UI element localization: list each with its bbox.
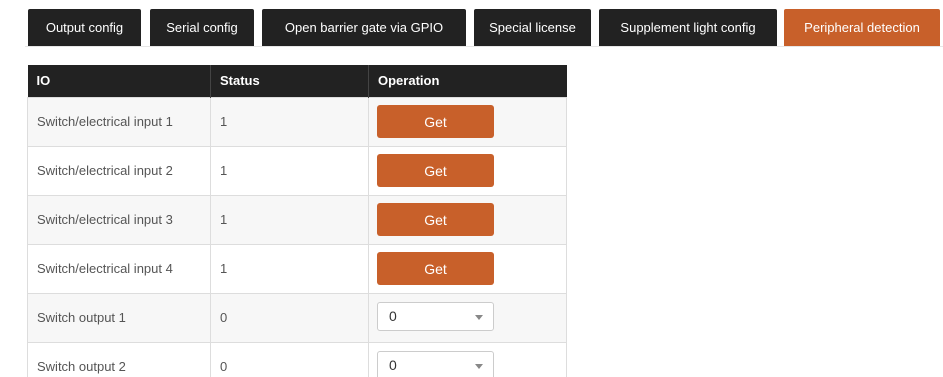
io-cell: Switch/electrical input 4 — [27, 243, 211, 294]
operation-cell: Get — [368, 145, 567, 196]
get-button[interactable]: Get — [377, 154, 494, 187]
tab-output-config[interactable]: Output config — [28, 9, 141, 46]
io-cell: Switch/electrical input 2 — [27, 145, 211, 196]
select-value: 0 — [389, 356, 397, 373]
status-cell: 0 — [210, 292, 369, 343]
status-cell: 1 — [210, 96, 369, 147]
tab-open-barrier-gate-via-gpio[interactable]: Open barrier gate via GPIO — [262, 9, 466, 46]
operation-cell: 0 — [368, 341, 567, 377]
table-row: Switch output 1 0 0 — [27, 292, 567, 343]
io-cell: Switch output 2 — [27, 341, 211, 377]
table-header-row: IO Status Operation — [27, 65, 567, 97]
chevron-down-icon — [475, 363, 483, 369]
tab-bar: Output config Serial config Open barrier… — [0, 0, 943, 48]
tab-serial-config[interactable]: Serial config — [150, 9, 254, 46]
io-table: IO Status Operation Switch/electrical in… — [27, 65, 567, 377]
column-header-status: Status — [210, 65, 369, 97]
column-header-operation: Operation — [368, 65, 567, 97]
tab-supplement-light-config[interactable]: Supplement light config — [599, 9, 777, 46]
switch-output-select[interactable]: 0 — [377, 301, 494, 331]
get-button[interactable]: Get — [377, 105, 494, 138]
operation-cell: Get — [368, 243, 567, 294]
switch-output-select[interactable]: 0 — [377, 350, 494, 377]
table-row: Switch output 2 0 0 — [27, 341, 567, 377]
table-row: Switch/electrical input 4 1 Get — [27, 243, 567, 294]
status-cell: 1 — [210, 194, 369, 245]
operation-cell: 0 — [368, 292, 567, 343]
table-row: Switch/electrical input 2 1 Get — [27, 145, 567, 196]
table-row: Switch/electrical input 1 1 Get — [27, 96, 567, 147]
io-cell: Switch/electrical input 1 — [27, 96, 211, 147]
select-value: 0 — [389, 307, 397, 324]
io-cell: Switch/electrical input 3 — [27, 194, 211, 245]
operation-cell: Get — [368, 96, 567, 147]
get-button[interactable]: Get — [377, 203, 494, 236]
status-cell: 1 — [210, 145, 369, 196]
get-button[interactable]: Get — [377, 252, 494, 285]
column-header-io: IO — [27, 65, 211, 97]
chevron-down-icon — [475, 314, 483, 320]
tab-special-license[interactable]: Special license — [474, 9, 591, 46]
peripheral-detection-page: Output config Serial config Open barrier… — [0, 0, 943, 377]
tab-bar-baseline — [25, 46, 943, 47]
table-row: Switch/electrical input 3 1 Get — [27, 194, 567, 245]
operation-cell: Get — [368, 194, 567, 245]
io-cell: Switch output 1 — [27, 292, 211, 343]
status-cell: 1 — [210, 243, 369, 294]
tab-peripheral-detection[interactable]: Peripheral detection — [784, 9, 940, 46]
status-cell: 0 — [210, 341, 369, 377]
